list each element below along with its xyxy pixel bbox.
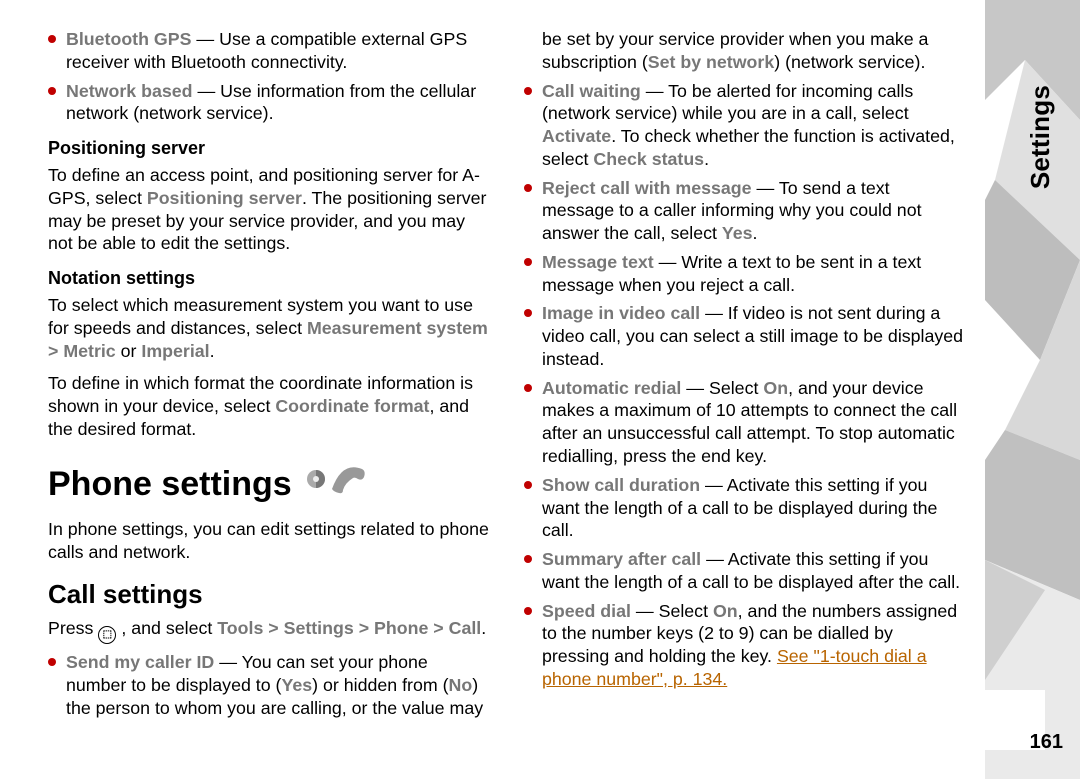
list-item: Image in video call — If video is not se… [524,302,965,370]
list-item: Message text — Write a text to be sent i… [524,251,965,297]
home-key-icon: ⬚ [98,626,116,644]
bullet-bold: Show call duration [542,475,705,495]
gps-method-list: Bluetooth GPS — Use a compatible externa… [48,28,489,125]
list-item: Automatic redial — Select On, and your d… [524,377,965,468]
list-item: Bluetooth GPS — Use a compatible externa… [48,28,489,74]
text-run: or [116,341,142,361]
list-item: Network based — Use information from the… [48,80,489,126]
text-run: . [753,223,758,243]
text-bold: Tools [217,618,263,638]
text-bold: Check status [593,149,704,169]
text-run: Press [48,618,98,638]
text-bold: On [763,378,788,398]
positioning-server-paragraph: To define an access point, and positioni… [48,164,489,255]
right-margin-decor: Settings 161 [985,0,1080,779]
text-run: ) or hidden from [312,675,438,695]
text-run: . [210,341,215,361]
text-bold: > [48,341,63,361]
text-bold: Activate [542,126,611,146]
text-run: . [481,618,486,638]
text-bold: > [263,618,283,638]
list-item: Show call duration — Activate this setti… [524,474,965,542]
list-item: Speed dial — Select On, and the numbers … [524,600,965,691]
bullet-bold: Bluetooth GPS [66,29,191,49]
bullet-bold: Automatic redial [542,378,686,398]
page-number: 161 [1030,731,1063,754]
text-run: ) (network service). [774,52,925,72]
side-section-title: Settings [1025,85,1056,189]
notation-paragraph-1: To select which measurement system you w… [48,294,489,362]
bullet-bold: Send my caller ID [66,652,219,672]
text-run: . [704,149,709,169]
text-bold: Imperial [141,341,209,361]
text-bold: Coordinate format [275,396,429,416]
text-bold: Set by network [648,52,774,72]
call-settings-heading: Call settings [48,578,489,611]
text-bold: Positioning server [147,188,302,208]
text-bold: > [354,618,374,638]
bullet-bold: Message text [542,252,659,272]
phone-settings-icon [302,459,366,511]
notation-paragraph-2: To define in which format the coordinate… [48,372,489,440]
bullet-bold: Speed dial [542,601,636,621]
phone-settings-heading: Phone settings [48,459,489,511]
phone-settings-intro: In phone settings, you can edit settings… [48,518,489,564]
text-run: — Select [636,601,713,621]
list-item: Reject call with message — To send a tex… [524,177,965,245]
text-bold: Call [449,618,482,638]
text-run: — Select [686,378,763,398]
notation-settings-heading: Notation settings [48,267,489,290]
text-bold: On [713,601,738,621]
bullet-bold: Network based [66,81,197,101]
positioning-server-heading: Positioning server [48,137,489,160]
list-item: Summary after call — Activate this setti… [524,548,965,594]
list-item: Call waiting — To be alerted for incomin… [524,80,965,171]
bullet-bold: Reject call with message [542,178,756,198]
text-bold: Settings [284,618,354,638]
text-bold: Yes [722,223,753,243]
bullet-bold: Summary after call [542,549,706,569]
bullet-bold: Image in video call [542,303,705,323]
manual-page-content: Bluetooth GPS — Use a compatible externa… [0,0,985,779]
text-bold: No [449,675,473,695]
text-bold: Metric [63,341,115,361]
text-run: , and select [116,618,217,638]
call-settings-path: Press ⬚ , and select Tools > Settings > … [48,617,489,641]
text-bold: Measurement system [307,318,488,338]
text-bold: Yes [281,675,312,695]
text-bold: > [428,618,448,638]
bullet-bold: Call waiting [542,81,646,101]
text-bold: Phone [374,618,428,638]
heading-text: Phone settings [48,463,292,507]
